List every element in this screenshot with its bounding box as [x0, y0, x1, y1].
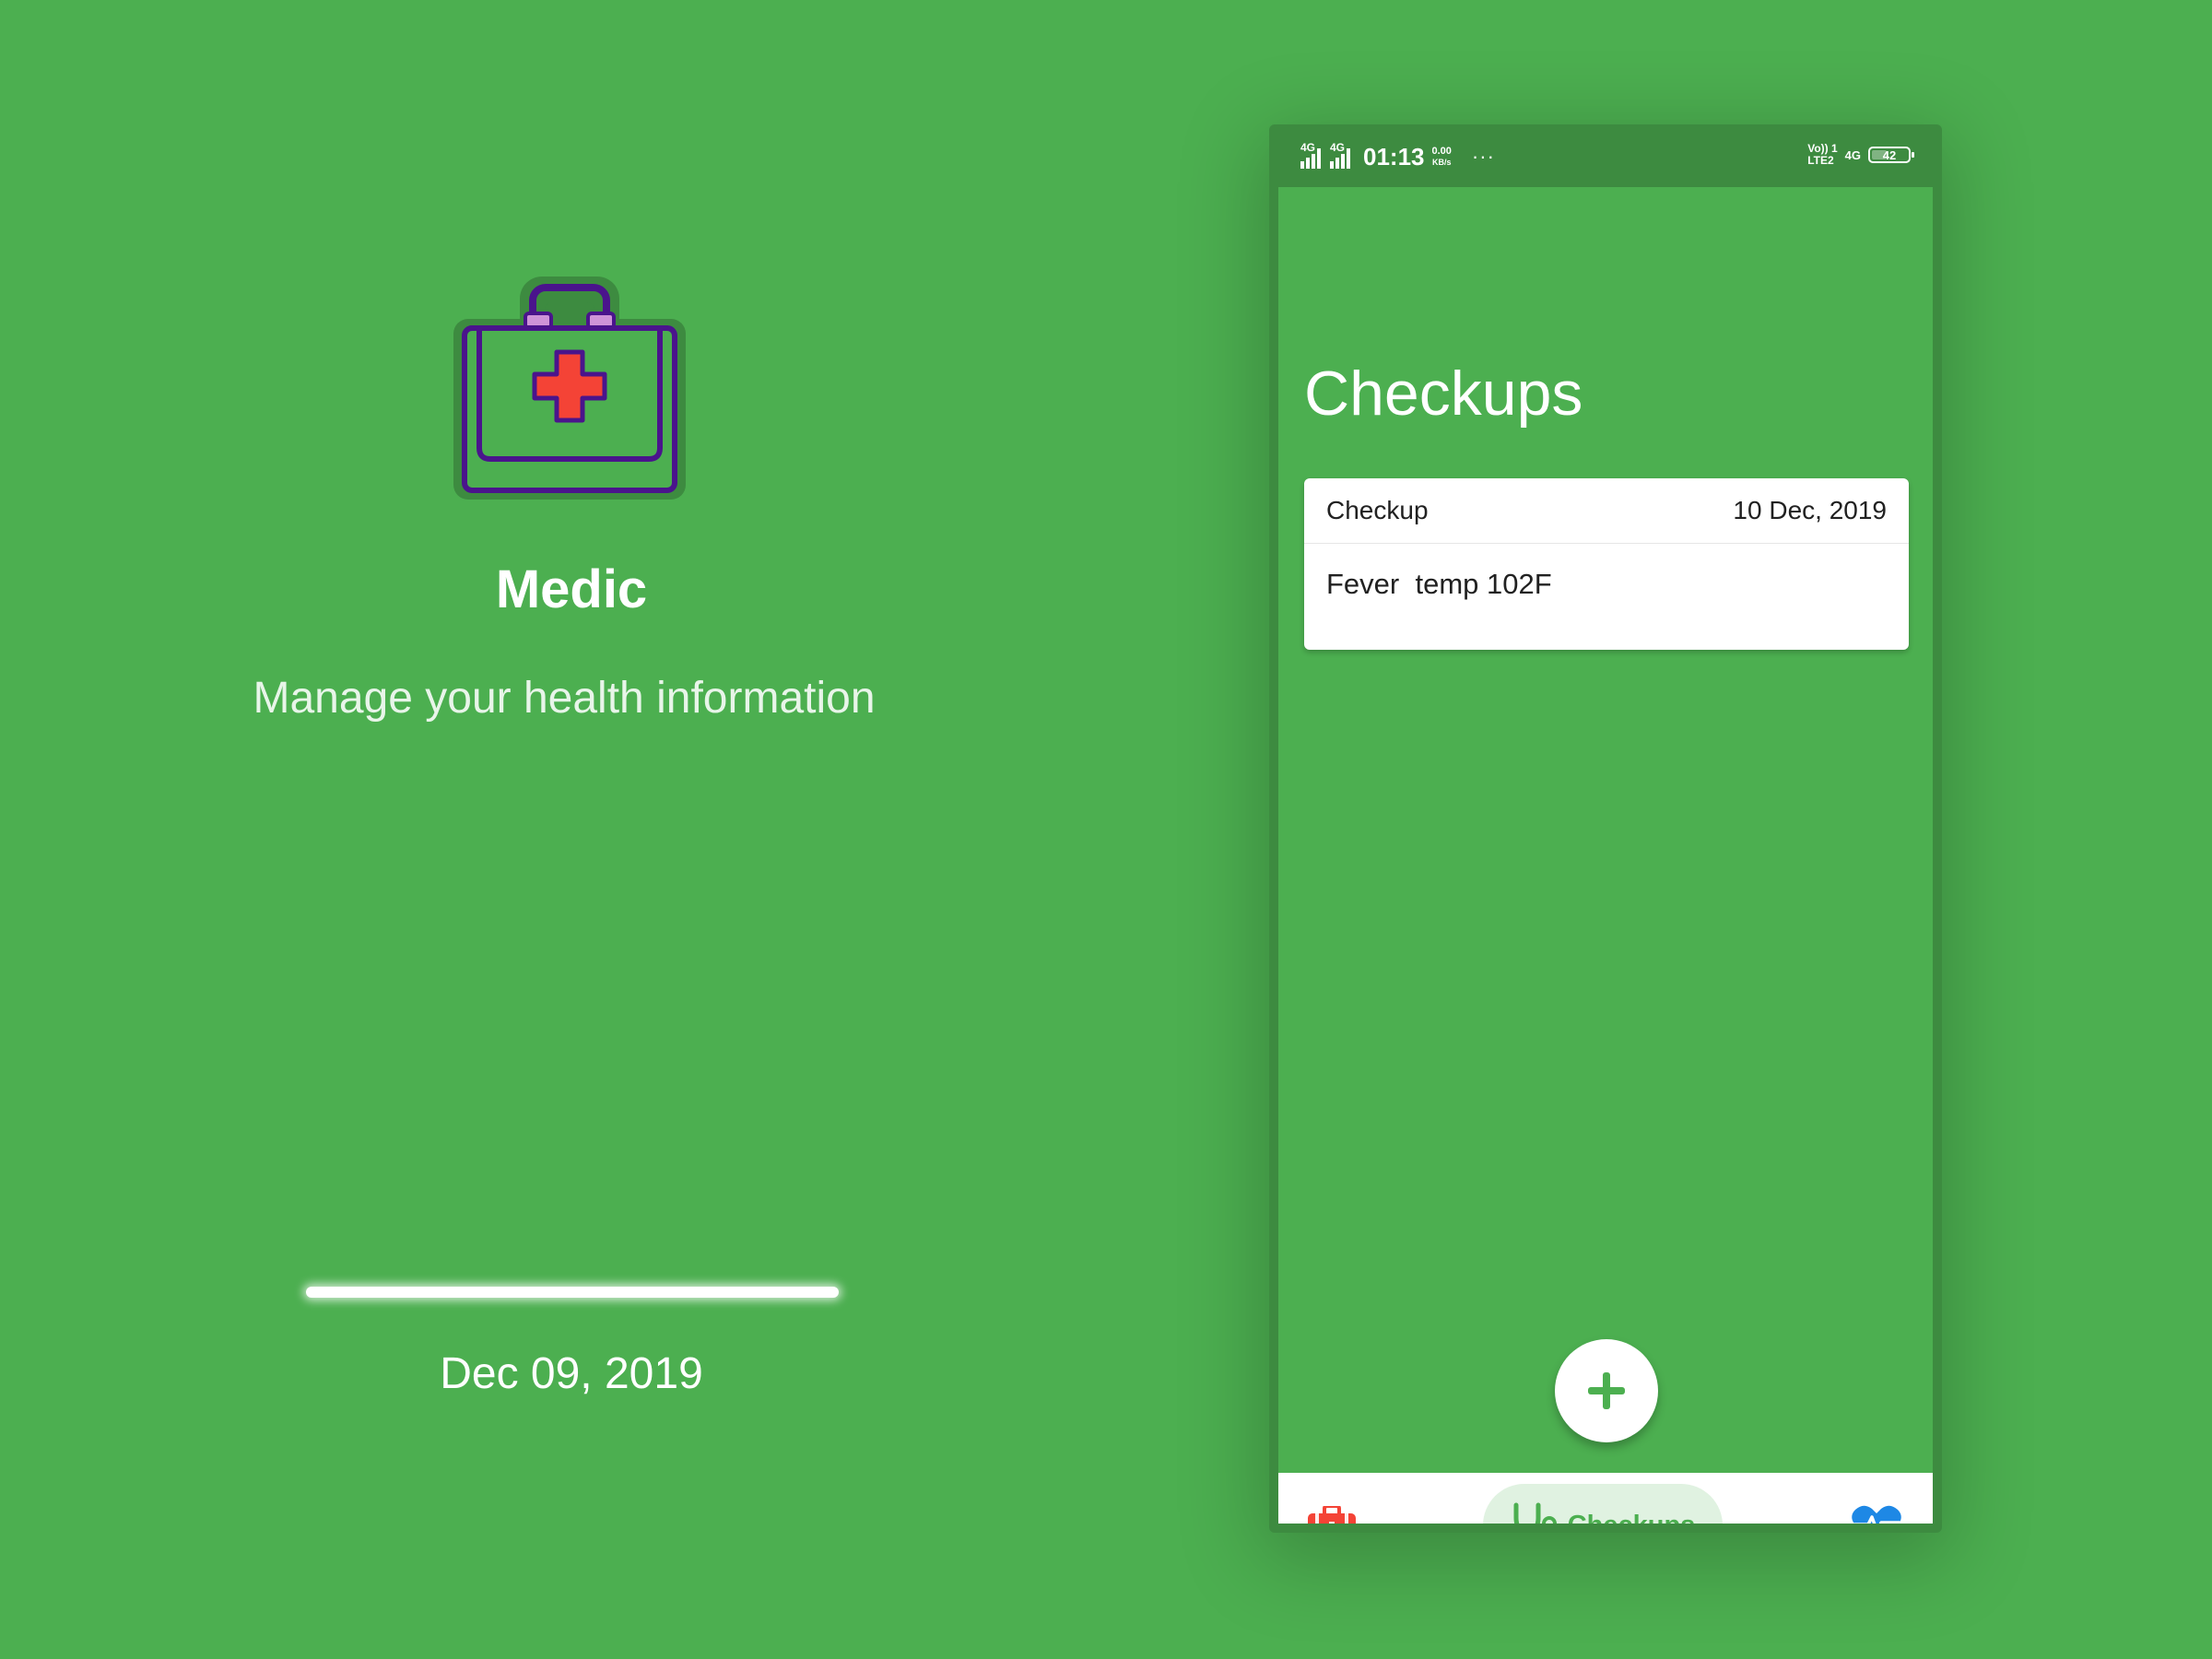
promo-date: Dec 09, 2019	[440, 1349, 703, 1398]
medical-kit-icon	[453, 276, 686, 500]
checkup-card[interactable]: Checkup 10 Dec, 2019 Fever temp 102F	[1304, 478, 1909, 650]
status-bar: 4G 4G 01:13 0.00 KB/s ··· Vo)) 1 LTE2 4G	[1269, 124, 1942, 187]
app-tagline: Manage your health information	[253, 674, 876, 723]
nav-item-kit[interactable]	[1308, 1504, 1356, 1524]
volte-indicator: Vo)) 1 LTE2	[1807, 142, 1838, 167]
add-checkup-button[interactable]	[1555, 1339, 1658, 1442]
app-name: Medic	[495, 559, 648, 619]
nav-item-health[interactable]	[1852, 1504, 1901, 1524]
signal-2-icon: 4G	[1330, 141, 1352, 169]
splash-progress-bar	[306, 1287, 839, 1298]
medical-kit-icon	[1308, 1504, 1356, 1524]
page-title: Checkups	[1304, 359, 1583, 429]
checkup-date: 10 Dec, 2019	[1733, 496, 1887, 524]
checkup-card-header: Checkup 10 Dec, 2019	[1304, 478, 1909, 544]
checkup-type: Checkup	[1326, 496, 1429, 524]
battery-icon: 42	[1868, 147, 1914, 163]
phone-frame: 4G 4G 01:13 0.00 KB/s ··· Vo)) 1 LTE2 4G	[1269, 124, 1942, 1533]
stethoscope-icon	[1513, 1502, 1557, 1524]
heart-pulse-icon	[1852, 1505, 1901, 1524]
checkup-note: Fever temp 102F	[1326, 568, 1552, 600]
plus-icon	[1588, 1372, 1625, 1409]
status-time: 01:13	[1363, 142, 1425, 171]
network-type: 4G	[1844, 147, 1861, 162]
more-notifications-icon: ···	[1471, 145, 1495, 168]
app-screen: Checkups Checkup 10 Dec, 2019 Fever temp…	[1278, 187, 1933, 1524]
network-speed: 0.00 KB/s	[1431, 146, 1452, 167]
battery-level: 42	[1882, 147, 1897, 162]
signal-1-icon: 4G	[1300, 141, 1323, 169]
nav-item-checkups[interactable]: Checkups	[1483, 1484, 1723, 1524]
bottom-navigation: Checkups	[1278, 1473, 1933, 1524]
nav-item-checkups-label: Checkups	[1568, 1511, 1696, 1524]
